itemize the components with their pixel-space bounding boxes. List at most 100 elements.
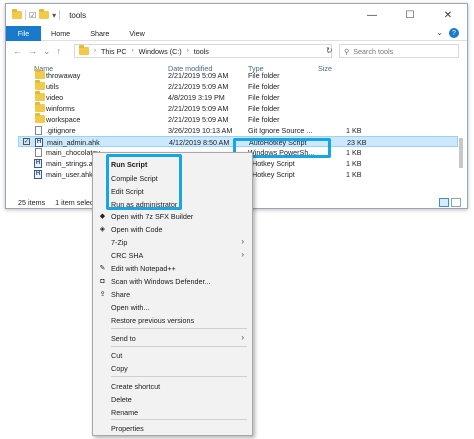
menu-item-edit-with-notepad[interactable]: ✎ Edit with Notepad++ (93, 263, 252, 275)
breadcrumb-this-pc[interactable]: This PC (101, 47, 127, 56)
chevron-right-icon: › (241, 237, 244, 246)
file-name: main_user.ahk (46, 170, 93, 179)
file-type: File folder (248, 82, 280, 91)
folder-icon (35, 69, 45, 79)
table-row[interactable]: throwaway 2/21/2019 5:09 AM File folder (18, 69, 458, 81)
file-date: 4/8/2019 3:19 PM (168, 93, 225, 102)
menu-item-send-to[interactable]: Send to › (93, 333, 252, 345)
vertical-scrollbar[interactable] (458, 76, 464, 196)
menu-item-label: Share (111, 290, 131, 299)
menu-item-copy[interactable]: Copy (93, 363, 252, 375)
file-icon (35, 126, 42, 135)
menu-item-open-with-code[interactable]: ◈ Open with Code (93, 224, 252, 236)
tab-share[interactable]: Share (80, 29, 119, 38)
menu-item-label: Scan with Windows Defender... (111, 277, 211, 286)
chevron-right-icon: › (241, 333, 244, 342)
folder-icon (35, 113, 45, 123)
file-name: winforms (46, 104, 75, 113)
ribbon-tabs: File Home Share View ⌄ ? (6, 25, 467, 41)
menu-item-open-with[interactable]: Open with... (93, 302, 252, 314)
up-arrow-icon[interactable]: ↑ (57, 46, 62, 57)
table-row[interactable]: winforms 2/21/2019 5:09 AM File folder (18, 102, 458, 114)
recent-locations-icon[interactable]: ⌄ (43, 46, 51, 57)
file-name: main_admin.ahk (47, 138, 100, 147)
refresh-icon[interactable]: ↻ (326, 46, 333, 55)
back-arrow-icon[interactable]: ← (13, 46, 22, 57)
breadcrumb-tools[interactable]: tools (194, 47, 209, 56)
row-checkbox[interactable]: ✓ (23, 138, 30, 145)
menu-item-properties[interactable]: Properties (93, 423, 252, 435)
help-icon[interactable]: ? (449, 28, 459, 38)
file-type: Git Ignore Source ... (248, 126, 313, 135)
menu-item-7-zip[interactable]: 7-Zip › (93, 237, 252, 249)
edit-with-notepad-icon: ✎ (99, 265, 106, 272)
chevron-right-icon[interactable]: › (132, 48, 134, 54)
ahk-file-icon: H (35, 138, 43, 147)
menu-item-cut[interactable]: Cut (93, 350, 252, 362)
menu-item-label: Edit with Notepad++ (111, 264, 176, 273)
menu-item-delete[interactable]: Delete (93, 394, 252, 406)
menu-item-share[interactable]: ⇪ Share (93, 289, 252, 301)
customize-toolbar-icon[interactable]: ▾ (52, 11, 56, 20)
file-date: 2/21/2019 5:09 AM (168, 104, 229, 113)
table-row[interactable]: .gitignore 3/26/2019 10:13 AM Git Ignore S… (18, 125, 458, 136)
tab-home[interactable]: Home (41, 29, 80, 38)
ahk-file-icon: H (34, 170, 42, 179)
forward-arrow-icon[interactable]: → (28, 46, 37, 57)
menu-item-label: Open with Code (111, 225, 163, 234)
menu-item-label: Restore previous versions (111, 316, 195, 325)
minimize-button[interactable]: — (353, 4, 391, 26)
file-type: File folder (248, 71, 280, 80)
menu-item-scan-with-windows-defender[interactable]: ◘ Scan with Windows Defender... (93, 276, 252, 288)
file-type: oHotkey Script (248, 170, 295, 179)
menu-item-label: Rename (111, 408, 139, 417)
menu-separator (111, 328, 247, 329)
file-name: throwaway (46, 71, 81, 80)
maximize-button[interactable]: ☐ (391, 4, 429, 26)
window-controls: — ☐ ✕ (353, 4, 467, 26)
open-with-7z-sfx-builder-icon: ◆ (99, 213, 106, 220)
search-icon: ⚲ (344, 46, 350, 56)
tab-file[interactable]: File (6, 25, 41, 41)
file-type: File folder (248, 115, 280, 124)
details-view-icon[interactable] (439, 198, 449, 207)
breadcrumb-windows-c[interactable]: Windows (C:) (139, 47, 182, 56)
file-date: 2/21/2019 5:09 AM (168, 71, 229, 80)
checkmark-icon[interactable]: ☑ (29, 11, 36, 20)
menu-item-label: CRC SHA (111, 251, 144, 260)
file-name: .gitignore (46, 126, 76, 135)
window-title: tools (69, 10, 87, 20)
menu-separator (111, 419, 247, 420)
quick-access-toolbar: ☑ ▾ tools (6, 4, 86, 26)
table-row[interactable]: workspace 2/21/2019 5:09 AM File folder (18, 113, 458, 125)
table-row[interactable]: video 4/8/2019 3:19 PM File folder (18, 91, 458, 103)
new-folder-icon[interactable] (39, 9, 50, 19)
file-size: 1 KB (346, 159, 362, 168)
menu-item-create-shortcut[interactable]: Create shortcut (93, 381, 252, 393)
menu-item-rename[interactable]: Rename (93, 407, 252, 419)
file-type: File folder (248, 93, 280, 102)
folder-icon (35, 91, 45, 101)
selection-count: 1 item selec (55, 197, 94, 207)
file-size: 23 KB (347, 138, 367, 147)
large-icons-view-icon[interactable] (451, 198, 461, 207)
table-row[interactable]: utils 2/21/2019 5:09 AM File folder (18, 80, 458, 92)
title-bar: ☑ ▾ tools — ☐ ✕ (6, 4, 467, 26)
folder-icon (12, 9, 22, 19)
menu-item-open-with-7z-sfx-builder[interactable]: ◆ Open with 7z SFX Builder (93, 211, 252, 223)
menu-item-label: Send to (111, 334, 136, 343)
chevron-right-icon[interactable]: › (94, 48, 96, 54)
chevron-right-icon[interactable]: › (187, 48, 189, 54)
search-input[interactable]: ⚲ Search tools (339, 44, 459, 58)
menu-item-crc-sha[interactable]: CRC SHA › (93, 250, 252, 262)
tab-view[interactable]: View (119, 29, 154, 38)
menu-item-restore-previous-versions[interactable]: Restore previous versions (93, 315, 252, 327)
breadcrumb[interactable]: › This PC › Windows (C:) › tools ⌄ (74, 44, 332, 58)
file-name: workspace (46, 115, 81, 124)
file-icon (35, 148, 42, 157)
close-button[interactable]: ✕ (429, 4, 467, 26)
item-count: 25 items (18, 197, 46, 207)
expand-ribbon-icon[interactable]: ⌄ (436, 28, 443, 38)
navigation-buttons: ← → ⌄ ↑ (6, 46, 66, 57)
view-switcher (439, 198, 461, 207)
